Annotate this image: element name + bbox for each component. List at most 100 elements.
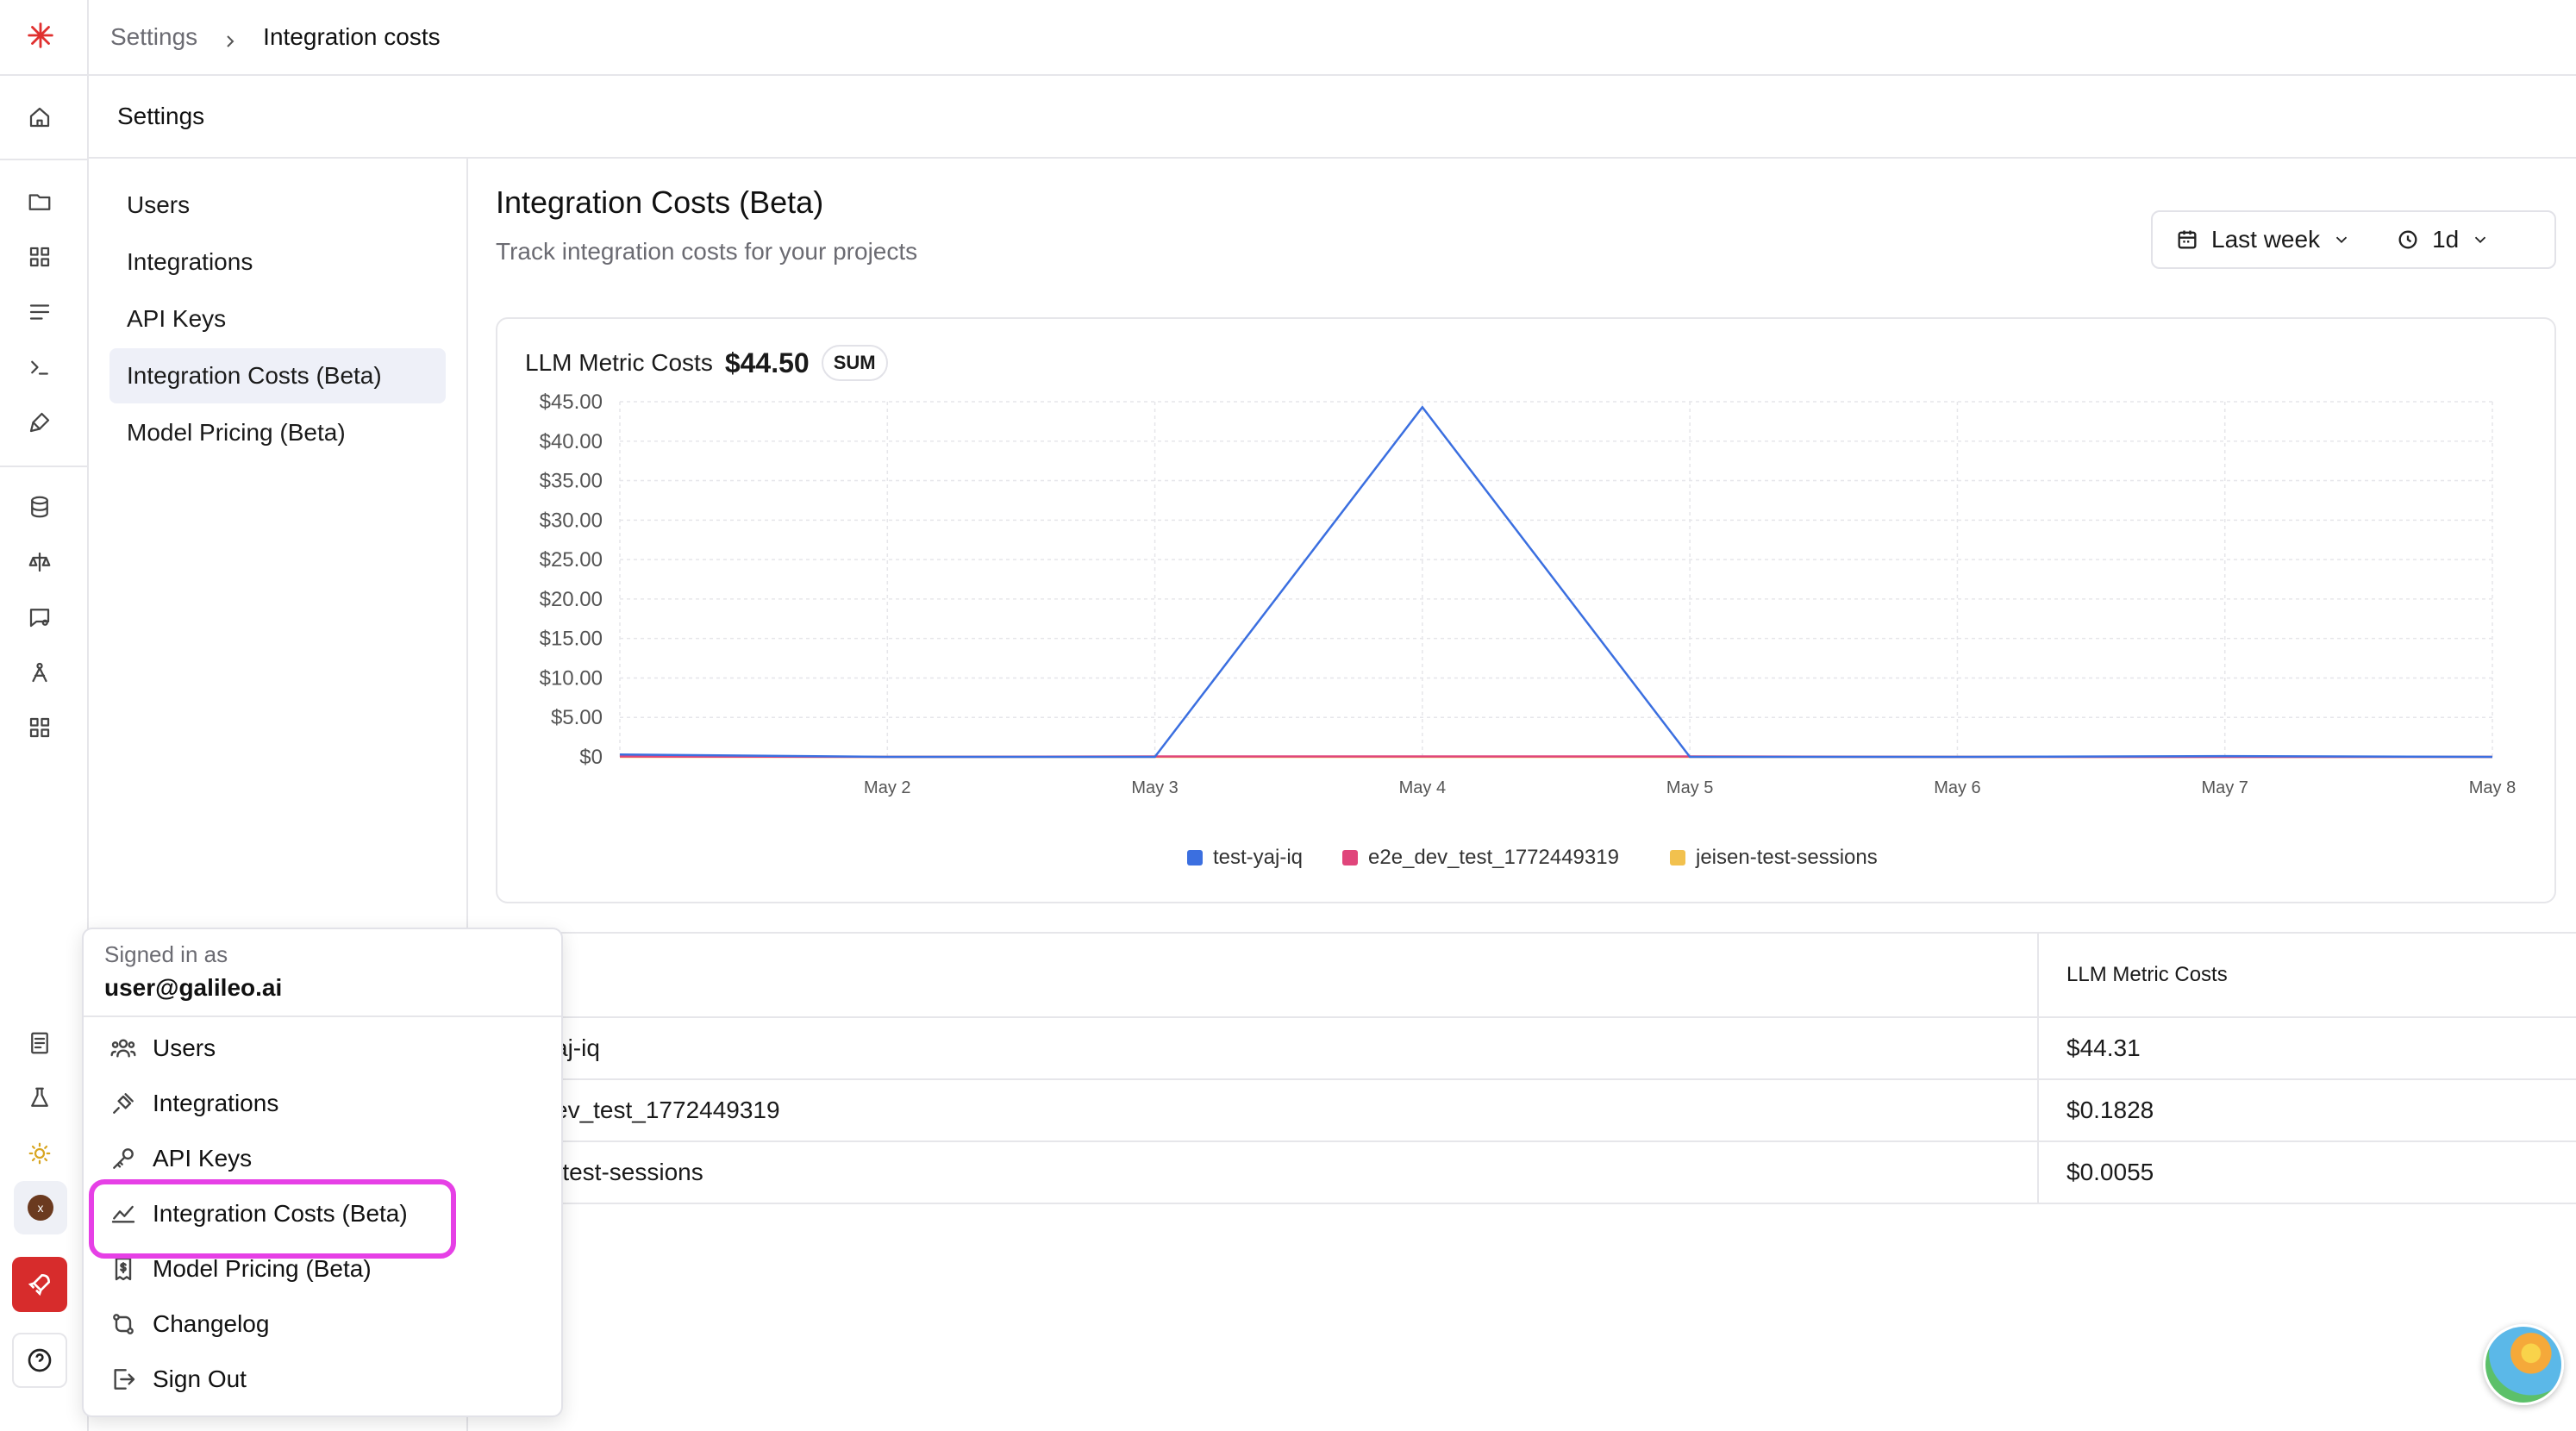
calendar-icon (2178, 230, 2197, 249)
x-tick-label: May 2 (864, 778, 910, 797)
rocket-icon (28, 1273, 51, 1297)
y-tick-label: $5.00 (551, 706, 603, 729)
message-settings-icon[interactable] (24, 602, 55, 633)
apps-icon[interactable] (24, 712, 55, 743)
beach-assistant-icon[interactable] (2483, 1324, 2564, 1405)
y-tick-label: $30.00 (540, 509, 603, 532)
settings-header: Settings (89, 76, 2576, 159)
table-row[interactable]: ev_test_1772449319 $0.1828 (468, 1080, 2576, 1142)
galileo-logo[interactable] (24, 19, 57, 52)
menu-item-label: Users (153, 1034, 216, 1061)
flask-icon[interactable] (24, 1083, 55, 1114)
settings-nav-users[interactable]: Users (109, 178, 446, 233)
date-range-label: Last week (2211, 226, 2321, 253)
date-range-select[interactable]: Last week (2153, 212, 2373, 267)
menu-item-sign-out[interactable]: Sign Out (109, 1355, 247, 1403)
database-icon[interactable] (24, 491, 55, 522)
terminal-icon[interactable] (24, 352, 55, 383)
table-cell-cost: $0.0055 (2037, 1142, 2576, 1203)
y-tick-label: $40.00 (540, 430, 603, 453)
users-icon (110, 1039, 136, 1058)
y-tick-label: $15.00 (540, 628, 603, 651)
rocket-button[interactable] (12, 1257, 67, 1312)
breadcrumb-current: Integration costs (263, 23, 441, 50)
table-cell-project: -test-sessions (554, 1159, 703, 1185)
menu-item-label: Integrations (153, 1090, 279, 1116)
breadcrumb: Settings Integration costs (89, 0, 2576, 76)
menu-item-changelog[interactable]: Changelog (109, 1300, 269, 1348)
table-header-row: LLM Metric Costs (468, 932, 2576, 1018)
settings-nav-api-keys[interactable]: API Keys (109, 291, 446, 347)
menu-divider (84, 1015, 561, 1017)
user-menu: Signed in as user@galileo.ai Users Integ… (82, 928, 563, 1417)
settings-header-title: Settings (117, 103, 205, 129)
settings-nav-model-pricing[interactable]: Model Pricing (Beta) (109, 405, 446, 460)
legend-swatch (1670, 850, 1685, 865)
menu-item-api-keys[interactable]: API Keys (109, 1134, 252, 1183)
avatar[interactable]: x (14, 1181, 67, 1234)
legend-swatch (1342, 850, 1358, 865)
key-icon (113, 1148, 134, 1169)
clock-icon (2398, 230, 2417, 249)
legend-label: test-yaj-iq (1213, 846, 1303, 869)
sign-out-icon (114, 1369, 135, 1390)
table-cell-cost: $0.1828 (2037, 1080, 2576, 1140)
menu-item-users[interactable]: Users (109, 1024, 216, 1072)
plug-icon (113, 1093, 134, 1114)
table-header-llm-costs: LLM Metric Costs (2037, 934, 2576, 1016)
menu-item-label: API Keys (153, 1145, 253, 1172)
home-icon[interactable] (24, 102, 55, 133)
chart-card: LLM Metric Costs $44.50 SUM $0 $5.00 $10.0… (496, 317, 2556, 903)
chevron-down-icon (2475, 236, 2486, 244)
table-row[interactable]: aj-iq $44.31 (468, 1018, 2576, 1080)
x-tick-label: May 3 (1131, 778, 1178, 797)
menu-item-label: Sign Out (153, 1365, 247, 1392)
table-cell-cost: $44.31 (2037, 1018, 2576, 1078)
settings-nav-integrations[interactable]: Integrations (109, 234, 446, 290)
legend-swatch (1187, 850, 1203, 865)
changelog-icon (113, 1314, 134, 1334)
scale-icon[interactable] (24, 547, 55, 578)
breadcrumb-settings-link[interactable]: Settings (110, 23, 197, 51)
grid-icon[interactable] (24, 241, 55, 272)
table-cell-project: ev_test_1772449319 (554, 1097, 780, 1123)
legend-label: jeisen-test-sessions (1695, 846, 1878, 869)
x-tick-label: May 8 (2469, 778, 2516, 797)
interval-select[interactable]: 1d (2373, 212, 2512, 267)
costs-table: LLM Metric Costs aj-iq $44.31 ev_test_17… (468, 932, 2576, 1204)
y-tick-label: $10.00 (540, 666, 603, 690)
list-icon[interactable] (24, 297, 55, 328)
y-tick-label: $25.00 (540, 548, 603, 572)
settings-nav-integration-costs[interactable]: Integration Costs (Beta) (109, 348, 446, 403)
brush-icon[interactable] (24, 407, 55, 438)
x-tick-label: May 7 (2201, 778, 2248, 797)
page-title: Integration Costs (Beta) (496, 184, 824, 220)
left-rail: x (0, 0, 89, 1431)
menu-item-integrations[interactable]: Integrations (109, 1079, 278, 1128)
compass-icon[interactable] (24, 657, 55, 688)
menu-item-label: Model Pricing (Beta) (153, 1255, 372, 1282)
legend-label: e2e_dev_test_1772449319 (1368, 846, 1619, 869)
cost-line-chart: $0 $5.00 $10.00 $15.00 $20.00 $25.00 $30.00 $35… (540, 391, 2517, 869)
page-subtitle: Track integration costs for your project… (496, 238, 918, 265)
series-line (619, 405, 2493, 759)
sun-icon[interactable] (24, 1138, 55, 1169)
y-tick-label: $0 (579, 746, 603, 769)
chevron-down-icon (2335, 236, 2348, 244)
folder-icon[interactable] (24, 186, 55, 217)
x-tick-label: May 6 (1934, 778, 1980, 797)
main-content: Integration Costs (Beta) Track integrati… (468, 159, 2576, 1431)
user-email: user@galileo.ai (104, 974, 283, 1001)
help-icon (28, 1348, 52, 1372)
y-tick-label: $20.00 (540, 588, 603, 611)
docs-icon[interactable] (24, 1028, 55, 1059)
x-tick-label: May 4 (1399, 778, 1446, 797)
table-row[interactable]: -test-sessions $0.0055 (468, 1142, 2576, 1204)
help-button[interactable] (12, 1333, 67, 1388)
highlight-outline (89, 1179, 456, 1259)
avatar-initial: x (28, 1195, 53, 1221)
chevron-right-icon (222, 28, 239, 47)
receipt-icon (115, 1257, 132, 1281)
filter-bar: Last week 1d (2151, 210, 2556, 269)
signed-in-label: Signed in as (104, 941, 228, 967)
